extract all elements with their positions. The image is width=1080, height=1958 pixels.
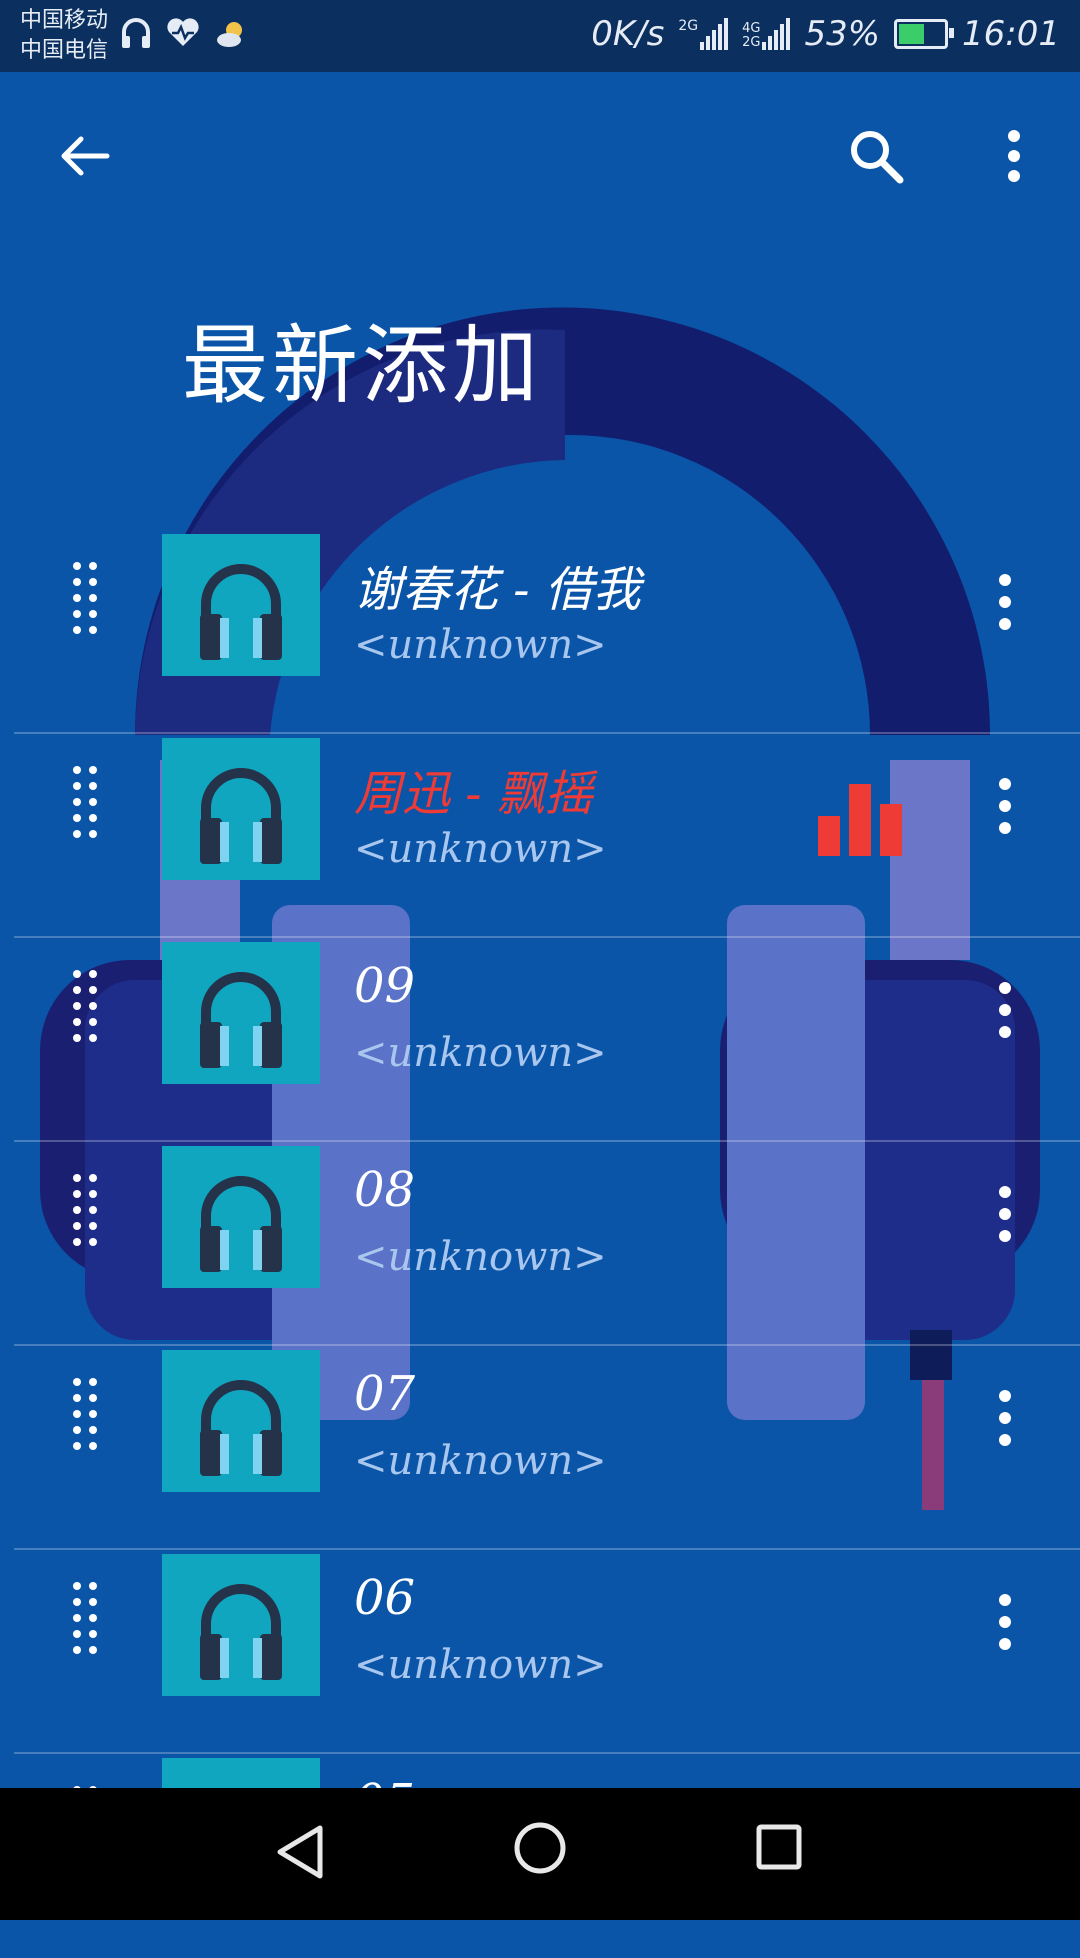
headphones-thumb-icon	[200, 1380, 282, 1476]
status-bar: 中国移动 中国电信 0K/s 2G 4G 2G 53% 16:01	[0, 0, 1080, 72]
headphones-thumb-icon	[200, 1584, 282, 1680]
more-vert-icon[interactable]	[990, 980, 1020, 1040]
drag-handle-icon[interactable]	[70, 1376, 100, 1452]
song-title: 09	[354, 958, 416, 1014]
song-title: 谢春花 - 借我	[354, 562, 641, 618]
song-artist: <unknown>	[354, 1030, 607, 1076]
album-art	[162, 1146, 320, 1288]
list-item[interactable]: 06 <unknown>	[0, 1550, 1080, 1754]
list-item[interactable]: 08 <unknown>	[0, 1142, 1080, 1346]
song-artist: <unknown>	[354, 1234, 607, 1280]
app-bar	[0, 72, 1080, 242]
carrier-1: 中国移动	[20, 8, 109, 33]
album-art	[162, 942, 320, 1084]
headphones-thumb-icon	[200, 768, 282, 864]
album-art	[162, 1554, 320, 1696]
nav-back-icon[interactable]	[272, 1822, 328, 1882]
drag-handle-icon[interactable]	[70, 764, 100, 840]
song-artist: <unknown>	[354, 826, 607, 872]
search-icon[interactable]	[836, 116, 916, 196]
song-title-playing: 周迅 - 飘摇	[354, 766, 593, 822]
song-title: 07	[354, 1366, 416, 1422]
album-art	[162, 738, 320, 880]
list-item[interactable]: 谢春花 - 借我 <unknown>	[0, 530, 1080, 734]
song-title: 06	[354, 1570, 416, 1626]
health-icon	[167, 18, 199, 46]
headphones-icon	[122, 18, 150, 48]
nav-home-icon[interactable]	[512, 1820, 568, 1876]
page-title: 最新添加	[182, 316, 542, 416]
battery-icon	[894, 19, 955, 49]
drag-handle-icon[interactable]	[70, 968, 100, 1044]
nav-recents-icon[interactable]	[754, 1822, 804, 1872]
signal-sim2: 4G 2G	[742, 18, 791, 50]
more-vert-icon[interactable]	[990, 572, 1020, 632]
system-nav-bar	[0, 1788, 1080, 1920]
song-artist: <unknown>	[354, 1438, 607, 1484]
headphones-thumb-icon	[200, 972, 282, 1068]
more-vert-icon[interactable]	[974, 116, 1054, 196]
headphones-thumb-icon	[200, 564, 282, 660]
now-playing-equalizer-icon	[818, 784, 902, 856]
battery-percent: 53%	[804, 14, 881, 54]
list-item[interactable]: 周迅 - 飘摇 <unknown>	[0, 734, 1080, 938]
headphones-thumb-icon	[200, 1176, 282, 1272]
drag-handle-icon[interactable]	[70, 1580, 100, 1656]
more-vert-icon[interactable]	[990, 1592, 1020, 1652]
album-art	[162, 534, 320, 676]
carrier-2: 中国电信	[20, 38, 109, 63]
signal-sim1: 2G	[678, 18, 729, 50]
list-item[interactable]: 09 <unknown>	[0, 938, 1080, 1142]
song-title: 08	[354, 1162, 416, 1218]
back-arrow-icon[interactable]	[44, 116, 124, 196]
network-speed: 0K/s	[591, 14, 665, 54]
song-artist: <unknown>	[354, 1642, 607, 1688]
drag-handle-icon[interactable]	[70, 560, 100, 636]
album-art	[162, 1350, 320, 1492]
drag-handle-icon[interactable]	[70, 1172, 100, 1248]
more-vert-icon[interactable]	[990, 776, 1020, 836]
weather-icon	[217, 22, 242, 47]
more-vert-icon[interactable]	[990, 1388, 1020, 1448]
carrier-labels: 中国移动 中国电信	[20, 6, 108, 66]
more-vert-icon[interactable]	[990, 1184, 1020, 1244]
list-item[interactable]: 07 <unknown>	[0, 1346, 1080, 1550]
song-artist: <unknown>	[354, 622, 607, 668]
clock: 16:01	[962, 14, 1060, 54]
